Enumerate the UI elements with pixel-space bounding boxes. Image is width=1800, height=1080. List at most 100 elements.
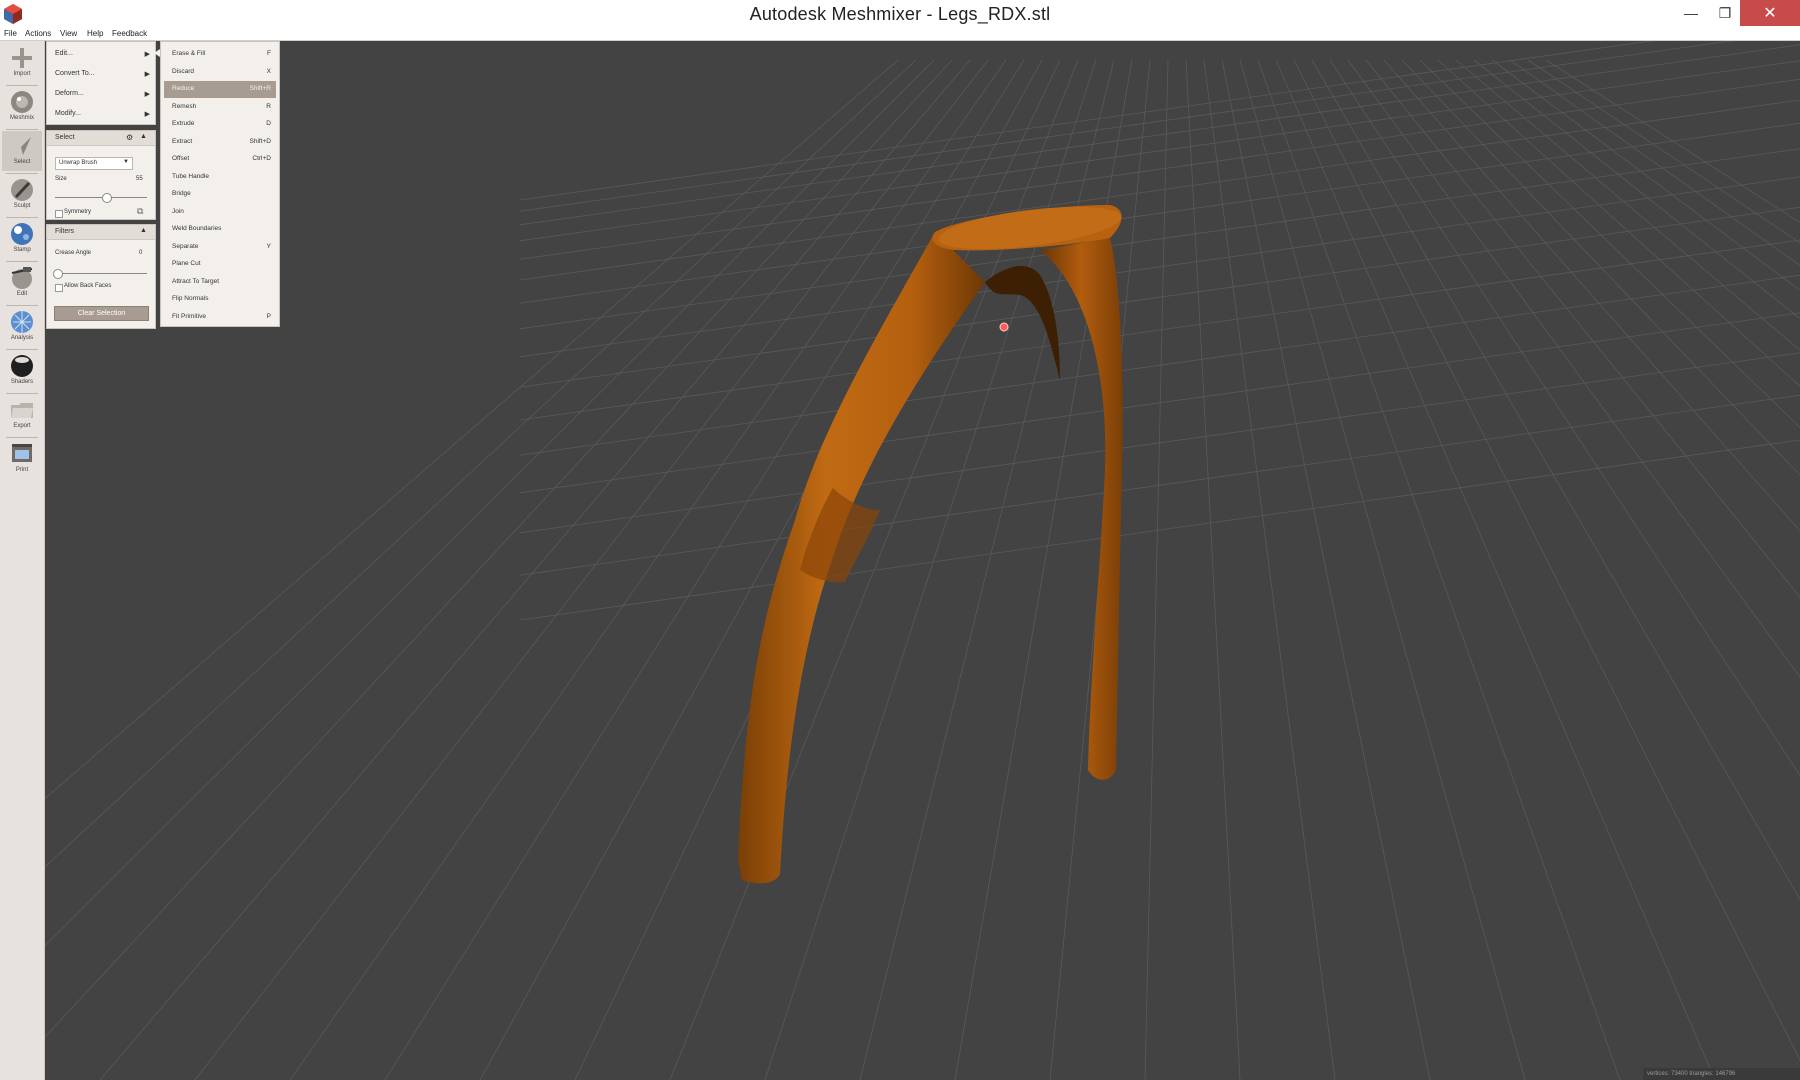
- submenu-item-label: Separate: [172, 242, 199, 250]
- allow-back-faces-checkbox[interactable]: [55, 284, 63, 292]
- sphere-icon: [11, 355, 33, 377]
- 3d-viewport[interactable]: [45, 41, 1800, 1080]
- submenu-item-attract-to-target[interactable]: Attract To Target: [164, 274, 276, 291]
- gear-icon[interactable]: ⚙: [126, 133, 133, 142]
- action-deform[interactable]: Deform... ▶: [55, 90, 150, 102]
- action-modify[interactable]: Modify... ▶: [55, 110, 150, 122]
- toolbar-divider: [6, 437, 38, 438]
- submenu-item-extract[interactable]: Extract Shift+D: [164, 134, 276, 151]
- action-label: Modify...: [55, 110, 81, 117]
- submenu-item-erase-fill[interactable]: Erase & Fill F: [164, 46, 276, 63]
- close-icon: ✕: [1763, 5, 1777, 22]
- crease-angle-slider[interactable]: [55, 273, 147, 274]
- submenu-item-label: Join: [172, 207, 184, 215]
- folder-icon: [11, 403, 33, 418]
- submenu-item-shortcut: Shift+D: [249, 137, 272, 145]
- brush-type-dropdown[interactable]: Unwrap Brush ▼: [55, 157, 133, 170]
- toolbar-divider: [6, 85, 38, 86]
- menu-view[interactable]: View: [60, 29, 77, 38]
- submenu-item-shortcut: R: [266, 102, 271, 110]
- tool-shaders[interactable]: Shaders: [2, 351, 42, 391]
- menu-file[interactable]: File: [4, 29, 17, 38]
- close-button[interactable]: ✕: [1740, 0, 1800, 26]
- submenu-item-label: Extract: [172, 137, 193, 145]
- toolbar-divider: [6, 261, 38, 262]
- toolbar-divider: [6, 217, 38, 218]
- chevron-down-icon: ▼: [123, 159, 129, 165]
- tool-export[interactable]: Export: [2, 395, 42, 435]
- submenu-item-label: Attract To Target: [172, 277, 220, 285]
- tool-label: Edit: [16, 291, 28, 297]
- restore-icon: ❐: [1718, 4, 1732, 21]
- tool-edit[interactable]: Edit: [2, 263, 42, 303]
- dropdown-value: Unwrap Brush: [59, 160, 98, 166]
- submenu-item-shortcut: Y: [266, 242, 271, 250]
- tool-meshmix[interactable]: Meshmix: [2, 87, 42, 127]
- panel-title: Select: [55, 134, 75, 141]
- toolbar-divider: [6, 305, 38, 306]
- plus-icon: [12, 48, 32, 68]
- submenu-item-reduce[interactable]: Reduce Shift+R: [164, 81, 276, 98]
- menu-actions[interactable]: Actions: [25, 29, 51, 38]
- edit-icon: [11, 267, 33, 289]
- tool-stamp[interactable]: Stamp: [2, 219, 42, 259]
- toolbar-divider: [6, 173, 38, 174]
- submenu-item-plane-cut[interactable]: Plane Cut: [164, 256, 276, 273]
- menu-help[interactable]: Help: [87, 29, 103, 38]
- submenu-item-label: Offset: [172, 155, 190, 162]
- action-convert-to[interactable]: Convert To... ▶: [55, 70, 150, 82]
- title-bar: Autodesk Meshmixer - Legs_RDX.stl — ❐ ✕: [0, 0, 1800, 29]
- submenu-item-fit-primitive[interactable]: Fit Primitive P: [164, 309, 276, 326]
- toolbar-divider: [6, 129, 38, 130]
- printer-icon: [12, 444, 32, 462]
- submenu-item-label: Erase & Fill: [172, 50, 206, 57]
- collapse-icon[interactable]: ▲: [140, 227, 147, 234]
- submenu-item-remesh[interactable]: Remesh R: [164, 99, 276, 116]
- submenu-item-discard[interactable]: Discard X: [164, 64, 276, 81]
- menu-feedback[interactable]: Feedback: [112, 29, 147, 38]
- tool-select[interactable]: Select: [2, 131, 42, 171]
- tool-label: Sculpt: [13, 203, 31, 209]
- tool-label: Select: [13, 159, 31, 165]
- submenu-item-shortcut: D: [266, 120, 271, 127]
- size-slider-handle[interactable]: [101, 193, 112, 203]
- allow-back-faces-label: Allow Back Faces: [64, 283, 112, 289]
- submenu-item-tube-handle[interactable]: Tube Handle: [164, 169, 276, 186]
- tool-analysis[interactable]: Analysis: [2, 307, 42, 347]
- submenu-item-bridge[interactable]: Bridge: [164, 186, 276, 203]
- tool-sidebar: Import Meshmix Select Sculpt Stamp Edit …: [0, 41, 45, 1080]
- action-edit[interactable]: Edit... ▶: [55, 50, 150, 62]
- collapse-icon[interactable]: ▲: [140, 133, 147, 140]
- select-panel: Select ⚙ ▲ Unwrap Brush ▼ Size 55 Symmet…: [46, 130, 156, 220]
- toolbar-divider: [6, 349, 38, 350]
- toolbar-divider: [6, 393, 38, 394]
- clear-selection-button[interactable]: Clear Selection: [54, 306, 149, 321]
- tool-print[interactable]: Print: [2, 439, 42, 479]
- tool-import[interactable]: Import: [2, 43, 42, 83]
- submenu-item-label: Extrude: [172, 120, 195, 127]
- tool-sculpt[interactable]: Sculpt: [2, 175, 42, 215]
- symmetry-icon[interactable]: ⧉: [137, 206, 143, 217]
- submenu-item-weld-boundaries[interactable]: Weld Boundaries: [164, 221, 276, 238]
- submenu-item-offset[interactable]: Offset Ctrl+D: [164, 151, 276, 168]
- chevron-right-icon: ▶: [144, 71, 150, 78]
- submenu-item-extrude[interactable]: Extrude D: [164, 116, 276, 133]
- crease-angle-slider-handle[interactable]: [53, 269, 63, 279]
- crease-angle-value[interactable]: 0: [139, 250, 142, 256]
- submenu-item-label: Discard: [172, 67, 195, 75]
- submenu-item-separate[interactable]: Separate Y: [164, 239, 276, 256]
- actions-panel: Edit... ▶ Convert To... ▶ Deform... ▶ Mo…: [46, 41, 156, 125]
- stamp-icon: [11, 223, 33, 245]
- symmetry-checkbox[interactable]: [55, 210, 63, 218]
- submenu-item-label: Fit Primitive: [172, 312, 206, 320]
- mesh-stats: vertices: 73400 triangles: 146796: [1643, 1068, 1800, 1080]
- submenu-item-join[interactable]: Join: [164, 204, 276, 221]
- submenu-item-shortcut: Ctrl+D: [252, 155, 271, 162]
- select-arrow-icon: [13, 137, 31, 155]
- submenu-item-shortcut: X: [266, 67, 271, 75]
- tool-label: Stamp: [13, 247, 31, 253]
- submenu-item-flip-normals[interactable]: Flip Normals: [164, 291, 276, 308]
- size-value[interactable]: 55: [136, 176, 143, 182]
- minimize-icon: —: [1684, 5, 1698, 21]
- submenu-item-label: Remesh: [172, 102, 197, 110]
